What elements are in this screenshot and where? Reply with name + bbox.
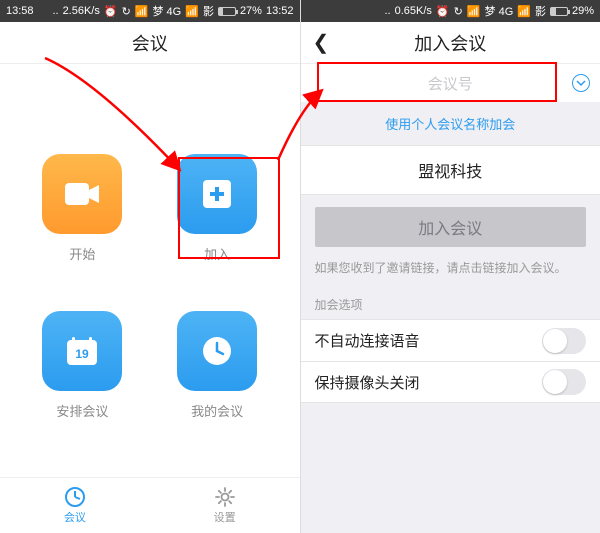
join-button[interactable]: 加入会议 — [315, 207, 587, 247]
status-network: 梦 4G — [153, 3, 182, 19]
titlebar-right: ❮ 加入会议 — [301, 22, 600, 64]
right-screen: .. 0.65K/s ⏰ ↻ 📶 梦 4G 📶 影 29% ❮ 加入会议 会议号 — [301, 0, 600, 533]
tab-label: 会议 — [64, 509, 86, 525]
tile-mine[interactable]: 我的会议 — [165, 311, 270, 438]
tab-settings[interactable]: 设置 — [150, 478, 300, 533]
page-title: 加入会议 — [414, 30, 486, 56]
page-title: 会议 — [132, 30, 168, 56]
video-icon — [42, 154, 122, 234]
calendar-icon: 19 — [42, 311, 122, 391]
chevron-down-icon[interactable] — [572, 74, 590, 92]
svg-text:19: 19 — [76, 347, 90, 361]
sync-icon: ↻ — [122, 5, 131, 18]
use-personal-link[interactable]: 使用个人会议名称加会 — [301, 102, 600, 145]
toggle-audio: 不自动连接语音 — [301, 319, 600, 361]
input-placeholder: 会议号 — [428, 73, 473, 94]
status-time: 13:58 — [6, 5, 34, 17]
status-network: 梦 4G — [485, 3, 514, 19]
titlebar-left: 会议 — [0, 22, 300, 64]
status-battery: 27% — [240, 5, 262, 17]
toggle-camera: 保持摄像头关闭 — [301, 361, 600, 403]
alarm-icon: ⏰ — [436, 5, 450, 18]
toggle-label: 不自动连接语音 — [315, 330, 420, 351]
status-speed: 0.65K/s — [395, 5, 432, 17]
clock-icon — [177, 311, 257, 391]
bottom-tabbar: 会议 设置 — [0, 477, 300, 533]
tile-start[interactable]: 开始 — [30, 154, 135, 281]
tab-meeting[interactable]: 会议 — [0, 478, 150, 533]
tile-label: 加入 — [204, 244, 230, 263]
tile-schedule[interactable]: 19 安排会议 — [30, 311, 135, 438]
left-screen: 13:58 .. 2.56K/s ⏰ ↻ 📶 梦 4G 📶 影 27% 13:5… — [0, 0, 300, 533]
hint-text: 如果您收到了邀请链接，请点击链接加入会议。 — [301, 259, 600, 288]
tile-label: 安排会议 — [56, 401, 108, 420]
meeting-id-input[interactable]: 会议号 — [301, 64, 600, 102]
status-time-right: 13:52 — [266, 5, 294, 17]
battery-icon — [550, 7, 568, 16]
statusbar-left: 13:58 .. 2.56K/s ⏰ ↻ 📶 梦 4G 📶 影 27% 13:5… — [0, 0, 300, 22]
status-battery: 29% — [572, 5, 594, 17]
tile-label: 开始 — [69, 244, 95, 263]
home-grid: 开始 加入 19 安排会议 — [0, 64, 300, 477]
toggle-label: 保持摄像头关闭 — [315, 372, 420, 393]
alarm-icon: ⏰ — [104, 5, 118, 18]
tile-label: 我的会议 — [191, 401, 243, 420]
switch-audio[interactable] — [542, 328, 586, 354]
org-name: 盟视科技 — [301, 145, 600, 195]
battery-icon — [218, 7, 236, 16]
back-icon[interactable]: ❮ — [313, 30, 330, 55]
switch-camera[interactable] — [542, 369, 586, 395]
tab-label: 设置 — [214, 509, 236, 525]
plus-icon — [177, 154, 257, 234]
status-speed: 2.56K/s — [63, 5, 100, 17]
section-label: 加会选项 — [301, 288, 600, 319]
statusbar-right: .. 0.65K/s ⏰ ↻ 📶 梦 4G 📶 影 29% — [301, 0, 600, 22]
sync-icon: ↻ — [454, 5, 463, 18]
tile-join[interactable]: 加入 — [165, 154, 270, 281]
